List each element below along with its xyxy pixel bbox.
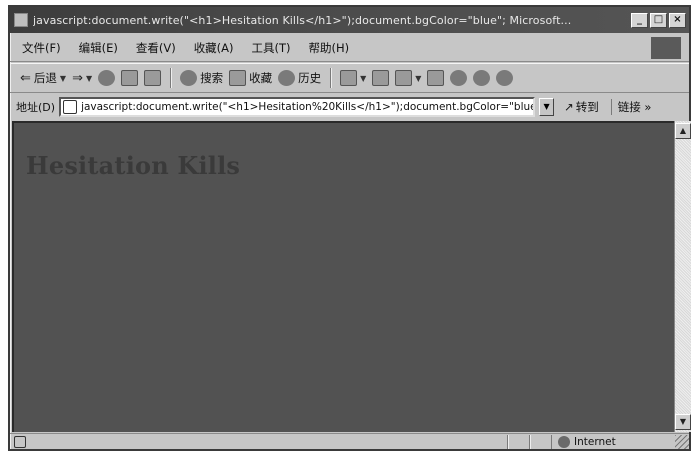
menu-tools[interactable]: 工具(T)	[252, 40, 291, 56]
page-status-icon	[14, 435, 26, 448]
discuss-icon	[427, 70, 445, 86]
chevron-down-icon: ▼	[85, 73, 93, 83]
windows-logo-icon	[651, 37, 681, 59]
bookmark-button[interactable]	[496, 70, 514, 86]
status-cell	[529, 434, 551, 449]
status-bar: Internet	[10, 433, 689, 449]
address-input[interactable]	[81, 101, 534, 113]
menu-favorites[interactable]: 收藏(A)	[194, 40, 234, 56]
address-field[interactable]	[59, 97, 536, 117]
home-icon	[144, 70, 162, 86]
chevron-down-icon: ▼	[360, 73, 367, 83]
print-icon	[372, 70, 390, 86]
minimize-button[interactable]: _	[631, 12, 648, 28]
go-arrow-icon: ↗	[564, 100, 574, 114]
search-button[interactable]: 搜索	[180, 70, 223, 86]
status-text-area	[10, 435, 507, 449]
messenger-icon	[473, 70, 491, 86]
go-label: 转到	[575, 100, 599, 114]
research-icon	[450, 70, 468, 86]
history-button[interactable]: 历史	[278, 70, 321, 86]
discuss-button[interactable]	[427, 70, 445, 86]
security-zone: Internet	[551, 434, 675, 449]
toolbar-separator	[170, 68, 172, 88]
ie-page-icon	[14, 13, 28, 27]
search-label: 搜索	[200, 71, 224, 85]
window-controls: _ □ ×	[631, 12, 686, 28]
search-icon	[180, 70, 198, 86]
home-button[interactable]	[144, 70, 162, 86]
resize-grip[interactable]	[675, 434, 689, 449]
standard-toolbar: ⇐ 后退 ▼ ⇒ ▼ 搜索 收藏 历史 ▼ ▼	[10, 63, 689, 93]
print-button[interactable]	[372, 70, 390, 86]
maximize-button[interactable]: □	[650, 12, 667, 28]
menu-edit[interactable]: 编辑(E)	[79, 40, 118, 56]
scroll-down-button[interactable]: ▼	[675, 414, 691, 430]
back-arrow-icon: ⇐	[20, 70, 31, 86]
forward-button[interactable]: ⇒ ▼	[72, 71, 92, 86]
bookmark-icon	[496, 70, 514, 86]
status-cell	[507, 434, 529, 449]
chevron-down-icon: ▼	[415, 73, 422, 83]
toolbar-separator	[330, 68, 332, 88]
messenger-button[interactable]	[473, 70, 491, 86]
refresh-button[interactable]	[121, 70, 139, 86]
stop-icon	[98, 70, 116, 86]
page-content: Hesitation Kills	[12, 121, 674, 432]
scroll-up-button[interactable]: ▲	[675, 123, 691, 139]
forward-arrow-icon: ⇒	[72, 70, 83, 86]
stop-button[interactable]	[98, 70, 116, 86]
history-label: 历史	[298, 71, 322, 85]
favorites-label: 收藏	[249, 71, 273, 85]
edit-button[interactable]: ▼	[395, 70, 421, 86]
go-button[interactable]: ↗ 转到	[564, 99, 599, 115]
back-label: 后退	[33, 71, 57, 85]
research-button[interactable]	[450, 70, 468, 86]
globe-icon	[558, 435, 570, 448]
menu-bar: 文件(F) 编辑(E) 查看(V) 收藏(A) 工具(T) 帮助(H)	[10, 34, 689, 62]
zone-label: Internet	[574, 435, 616, 448]
address-dropdown-button[interactable]: ▼	[539, 98, 555, 116]
address-bar: 地址(D) ▼ ↗ 转到 链接 »	[10, 94, 689, 120]
mail-button[interactable]: ▼	[340, 70, 366, 86]
favorites-button[interactable]: 收藏	[229, 70, 272, 86]
vertical-scrollbar[interactable]: ▲ ▼	[674, 121, 691, 432]
address-label: 地址(D)	[16, 101, 56, 114]
favorites-icon	[229, 70, 247, 86]
close-button[interactable]: ×	[669, 12, 686, 28]
chevron-down-icon: ▼	[59, 73, 67, 83]
menu-file[interactable]: 文件(F)	[22, 40, 61, 56]
title-bar[interactable]: javascript:document.write("<h1>Hesitatio…	[10, 7, 689, 33]
refresh-icon	[121, 70, 139, 86]
page-icon	[63, 100, 78, 114]
history-icon	[278, 70, 296, 86]
window-title: javascript:document.write("<h1>Hesitatio…	[33, 13, 572, 27]
mail-icon	[340, 70, 358, 86]
back-button[interactable]: ⇐ 后退 ▼	[20, 70, 66, 86]
edit-icon	[395, 70, 413, 86]
page-heading: Hesitation Kills	[26, 151, 241, 180]
browser-window: javascript:document.write("<h1>Hesitatio…	[8, 5, 691, 451]
menu-help[interactable]: 帮助(H)	[309, 40, 350, 56]
links-button[interactable]: 链接 »	[610, 99, 651, 115]
menu-view[interactable]: 查看(V)	[136, 40, 176, 56]
